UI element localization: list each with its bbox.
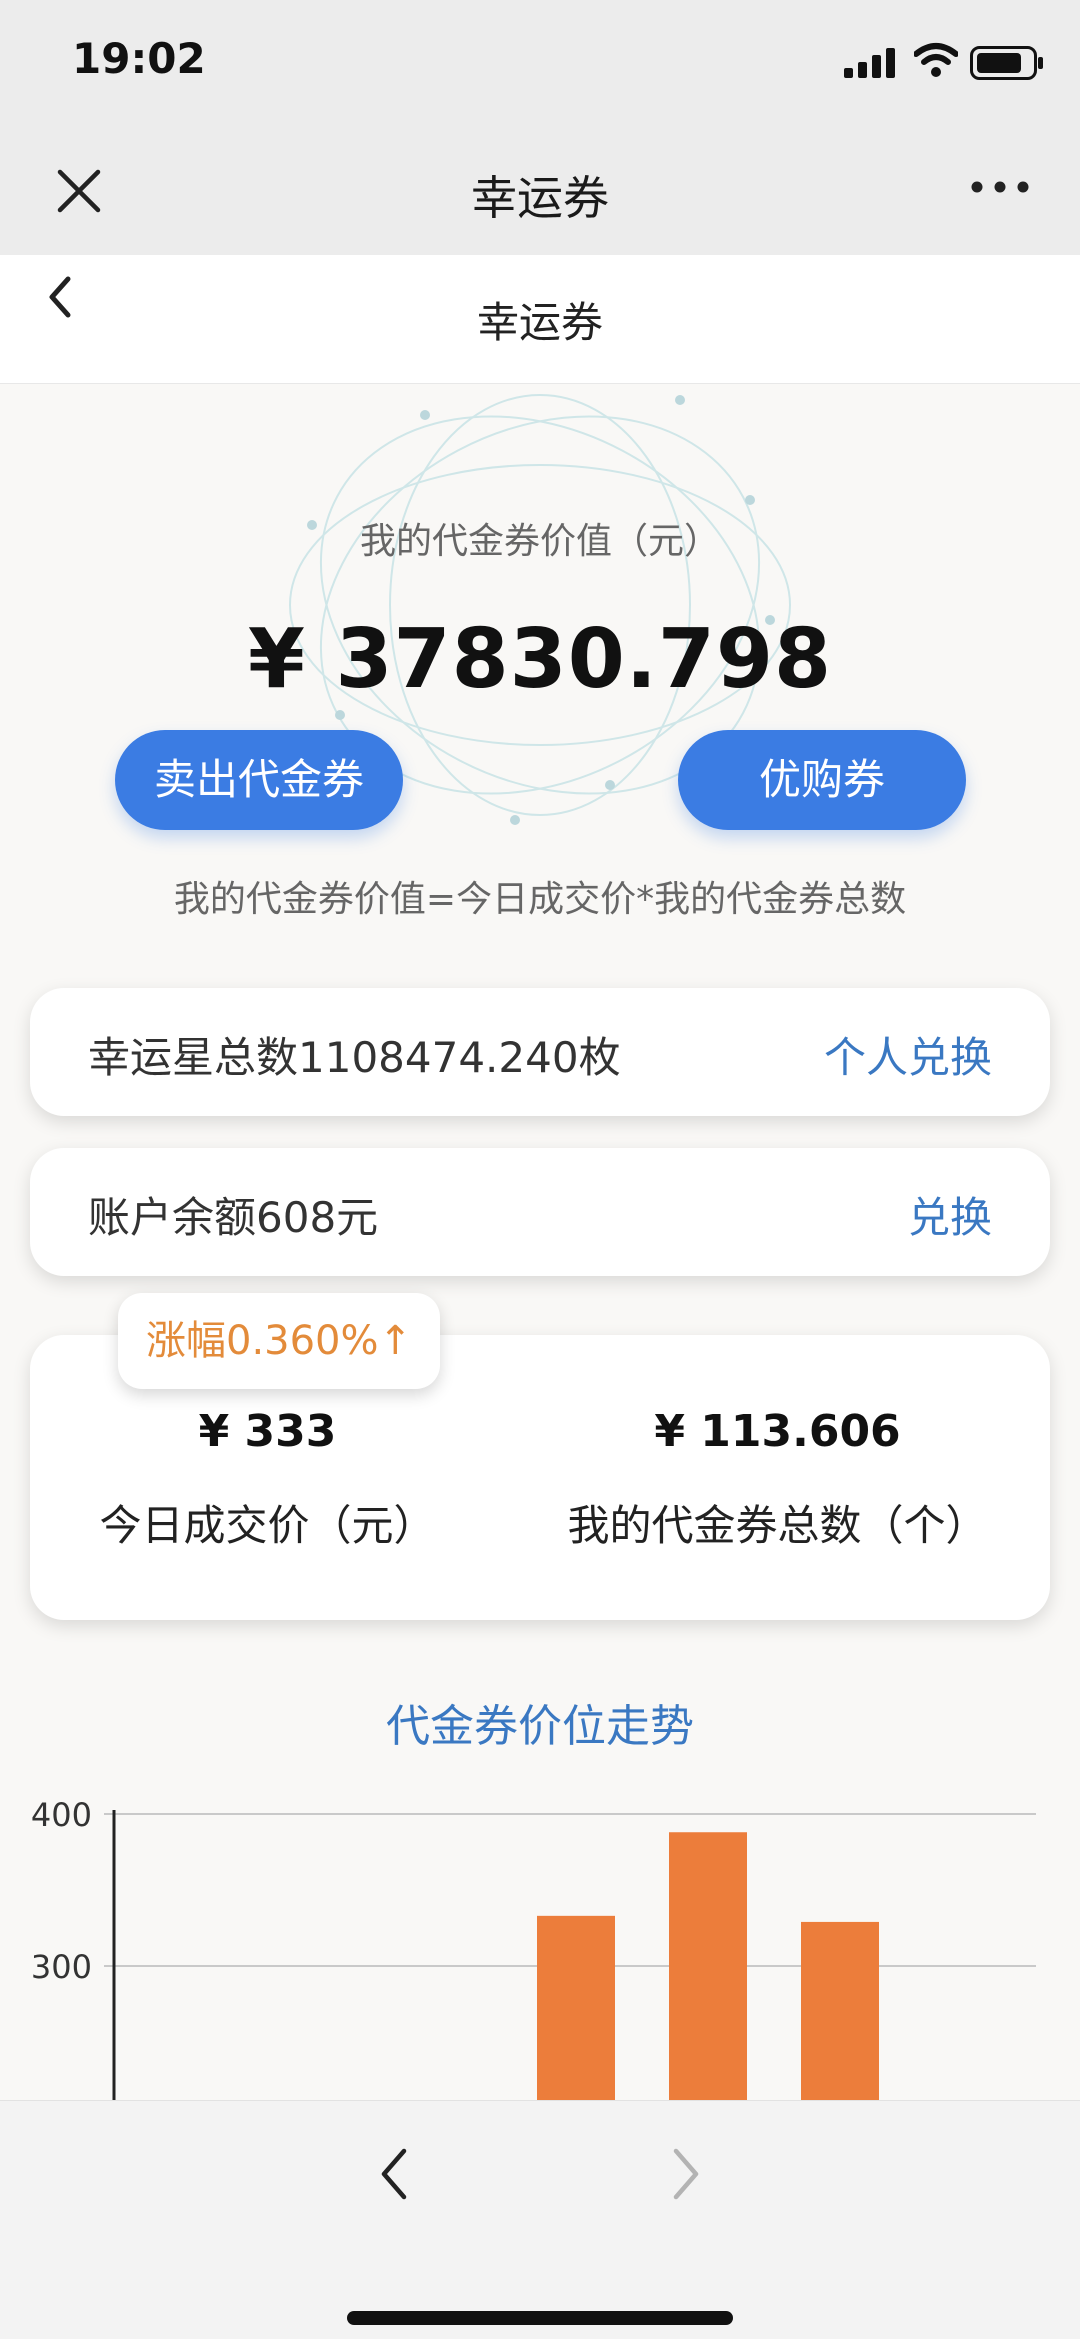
- coupon-value-amount: ¥ 37830.798: [247, 612, 833, 707]
- personal-exchange-link[interactable]: 个人兑换: [824, 1024, 992, 1085]
- chart-bar: [801, 1921, 879, 2100]
- wechat-title: 幸运券: [471, 171, 609, 225]
- status-time: 19:02: [72, 34, 206, 83]
- today-price-value: ¥ 333: [198, 1406, 337, 1457]
- nav-forward-icon[interactable]: [668, 2145, 704, 2203]
- chart-bar: [537, 1915, 615, 2100]
- chart-title: 代金券价位走势: [386, 1701, 694, 1752]
- balance-card: 账户余额608元 兑换: [30, 1148, 1050, 1276]
- lucky-star-card: 幸运星总数1108474.240枚 个人兑换: [30, 988, 1050, 1116]
- today-price-label: 今日成交价（元）: [99, 1501, 436, 1550]
- more-icon[interactable]: [970, 180, 1030, 194]
- lucky-star-total: 幸运星总数1108474.240枚: [88, 1033, 621, 1082]
- wechat-title-bar: 幸运券: [0, 110, 1080, 255]
- home-indicator: [347, 2311, 733, 2325]
- battery-icon: [970, 46, 1043, 80]
- status-bar: 19:02: [0, 0, 1080, 110]
- price-trend-chart: 400 300: [31, 1796, 1036, 2100]
- page-title: 幸运券: [476, 298, 603, 347]
- exchange-link[interactable]: 兑换: [908, 1184, 992, 1245]
- sell-coupon-button[interactable]: 卖出代金券: [115, 730, 403, 830]
- value-formula: 我的代金券价值=今日成交价*我的代金券总数: [173, 879, 907, 920]
- page-header: 幸运券: [0, 255, 1080, 384]
- bottom-nav-bar: [0, 2100, 1080, 2339]
- coupon-count-value: ¥ 113.606: [654, 1406, 901, 1457]
- coupon-button[interactable]: 优购券: [678, 730, 966, 830]
- account-balance: 账户余额608元: [88, 1193, 379, 1242]
- signal-icon: [844, 48, 895, 78]
- wifi-icon: [914, 43, 958, 77]
- rise-badge: 涨幅0.360%↑: [118, 1293, 441, 1389]
- chart-bar: [669, 1832, 747, 2100]
- coupon-count-label: 我的代金券总数（个）: [567, 1501, 988, 1550]
- y-tick-label: 300: [31, 1948, 92, 1986]
- nav-back-icon[interactable]: [376, 2145, 412, 2203]
- y-tick-label: 400: [31, 1796, 92, 1834]
- coupon-value-label: 我的代金券价值（元）: [359, 521, 720, 562]
